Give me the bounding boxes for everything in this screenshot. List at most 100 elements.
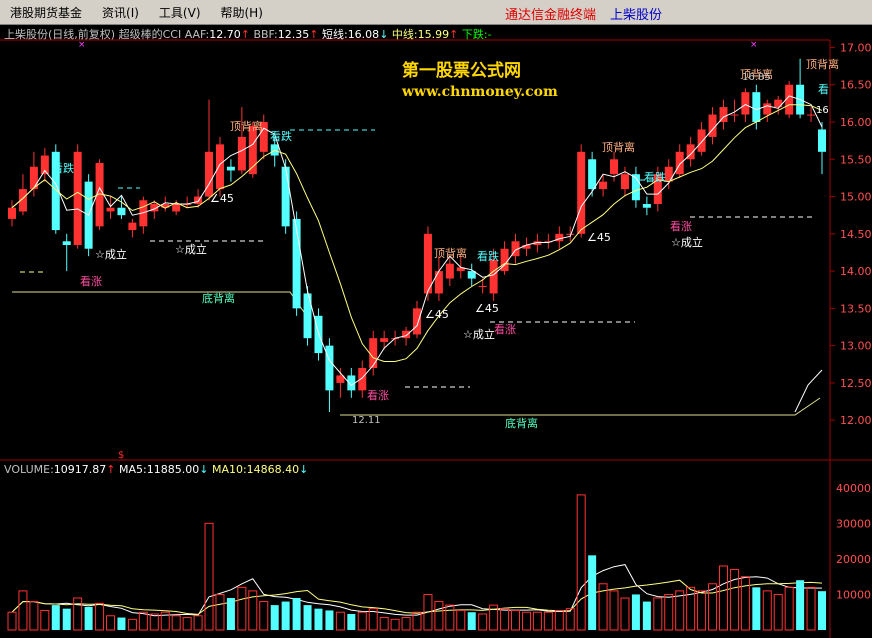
annotation-right-tag: 16 <box>816 105 829 116</box>
volume-bar <box>784 586 794 631</box>
price-tick-label: 16.00 <box>840 116 872 129</box>
volume-bar <box>62 608 71 630</box>
volume-bars <box>7 494 826 631</box>
volume-axis: 40000 30000 20000 10000 <box>836 482 871 602</box>
x-marker-2: × <box>750 40 758 50</box>
candle-body <box>402 330 411 339</box>
dividend-marker: $ <box>118 450 124 461</box>
moving-averages <box>11 95 823 617</box>
price-tick-label: 16.50 <box>840 79 872 92</box>
volume-bar <box>325 610 334 630</box>
candles <box>8 58 826 412</box>
candle-body <box>8 207 16 219</box>
annotation-angle45-3: ∠45 <box>587 231 611 244</box>
indicator-lines <box>12 129 823 416</box>
annotation-watch-down-4: 看跌 <box>644 170 666 184</box>
volume-bar <box>204 522 214 631</box>
volume-bar <box>237 586 247 631</box>
candle-body <box>741 92 750 115</box>
volume-bar <box>106 615 116 631</box>
volume-bar <box>456 609 466 631</box>
annotation-watch-up-4: 看涨 <box>670 219 692 233</box>
annotation-watch-up-2: 看涨 <box>494 322 516 336</box>
volume-bar <box>51 605 60 630</box>
candle-body <box>752 92 761 122</box>
volume-bar <box>576 494 586 631</box>
volume-bar <box>314 608 323 630</box>
volume-bar <box>390 618 400 631</box>
candle-body <box>774 99 783 108</box>
candle-body <box>599 181 608 190</box>
stock-chart[interactable]: 17.00 16.50 16.00 15.50 15.00 14.50 14.00 13.50… <box>0 0 872 638</box>
candle-body <box>445 263 454 279</box>
volume-bar <box>357 611 367 631</box>
volume-bar <box>127 618 137 631</box>
price-tick-label: 15.00 <box>840 191 872 204</box>
volume-ma10-line <box>11 579 823 615</box>
candle-body <box>423 233 432 294</box>
candle-body <box>215 144 224 190</box>
candle-body <box>369 338 378 368</box>
candle-body <box>226 166 235 171</box>
volume-bar <box>478 613 488 631</box>
annotation-established-3: ☆成立 <box>463 327 495 341</box>
volume-bar <box>117 617 126 630</box>
annotation-established-4: ☆成立 <box>671 235 703 249</box>
price-tick-label: 15.50 <box>840 153 872 166</box>
candle-body <box>675 151 684 175</box>
candle-body <box>128 222 137 231</box>
volume-ma5-line <box>11 564 823 617</box>
volume-bar <box>171 615 181 631</box>
candle-body <box>577 151 586 234</box>
candle-body <box>697 129 706 152</box>
candle-body <box>478 286 487 287</box>
annotation-watch-down-5: 看 <box>818 82 829 96</box>
volume-bar <box>434 601 444 631</box>
volume-bar <box>259 601 269 631</box>
annotation-established-1: ☆成立 <box>95 247 127 261</box>
volume-bar <box>521 611 531 631</box>
candle-body <box>73 151 82 245</box>
annotation-top-div-2: 顶背离 <box>434 246 467 260</box>
volume-bar <box>532 611 542 631</box>
candle-body <box>818 129 826 152</box>
candle-body <box>763 103 772 115</box>
annotation-bottom-div-2: 底背离 <box>505 416 538 430</box>
volume-bar <box>588 555 597 630</box>
price-axis: 17.00 16.50 16.00 15.50 15.00 14.50 14.00 13.50… <box>830 41 872 427</box>
volume-bar <box>818 591 826 630</box>
volume-bar <box>215 593 225 631</box>
price-tick-label: 13.50 <box>840 302 872 315</box>
volume-bar <box>292 598 301 630</box>
annotation-top-div-5: 顶背离 <box>806 57 839 71</box>
annotation-angle45-4: ∠45 <box>475 302 499 315</box>
volume-bar <box>73 597 83 631</box>
annotation-low-price: 12.11 <box>352 415 381 426</box>
volume-bar <box>149 613 159 631</box>
volume-tick-label: 40000 <box>836 482 871 495</box>
volume-tick-label: 30000 <box>836 517 871 530</box>
bottom-div-line-2 <box>340 397 821 416</box>
volume-bar <box>29 601 39 631</box>
volume-bar <box>281 601 290 630</box>
volume-bar <box>193 615 203 631</box>
price-tick-label: 17.00 <box>840 41 872 54</box>
candle-body <box>62 241 71 245</box>
volume-bar <box>796 580 805 630</box>
volume-bar <box>565 608 575 631</box>
candle-body <box>610 159 619 175</box>
candle-body <box>380 338 389 342</box>
volume-bar <box>379 617 389 631</box>
annotation-angle45-1: ∠45 <box>210 192 234 205</box>
candle-body <box>642 204 651 208</box>
annotation-watch-up-1: 看涨 <box>80 274 102 288</box>
volume-bar <box>740 576 750 631</box>
candle-body <box>205 151 214 197</box>
price-tick-label: 14.00 <box>840 265 872 278</box>
x-marker-1: × <box>78 40 86 50</box>
volume-bar <box>511 609 521 631</box>
candle-body <box>413 308 421 335</box>
volume-bar <box>620 597 630 631</box>
candle-body <box>106 207 115 212</box>
volume-bar <box>543 611 553 631</box>
